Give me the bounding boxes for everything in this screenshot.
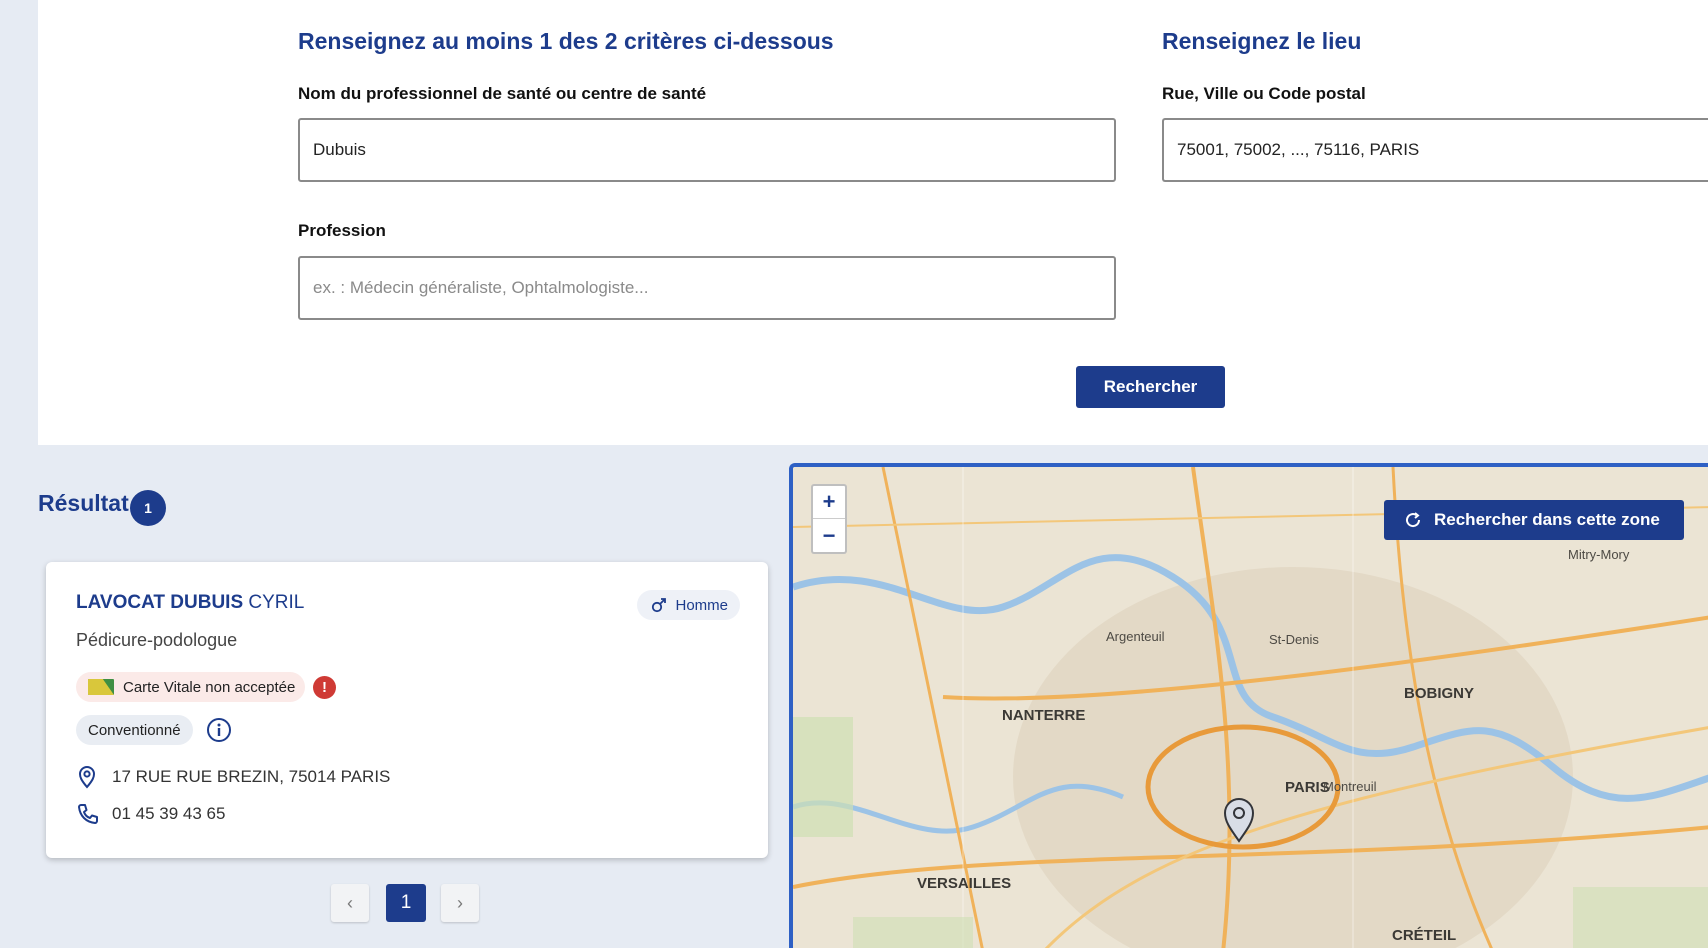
results-count-badge: 1 [130, 490, 166, 526]
map-label-versailles: VERSAILLES [917, 875, 1012, 892]
results-title: Résultat [38, 490, 129, 516]
professional-name[interactable]: LAVOCAT DUBUIS CYRIL [76, 592, 304, 614]
map-label-st-denis: St-Denis [1269, 632, 1319, 647]
map-marker-icon[interactable] [1222, 797, 1256, 843]
location-field-label: Rue, Ville ou Code postal [1162, 84, 1366, 103]
location-title: Renseignez le lieu [1162, 28, 1362, 54]
search-in-zone-label: Rechercher dans cette zone [1434, 510, 1660, 529]
carte-vitale-badge: Carte Vitale non acceptée [76, 672, 306, 702]
refresh-icon [1406, 512, 1421, 528]
alert-icon[interactable]: ! [313, 676, 336, 699]
pagination-prev-button[interactable]: ‹ [331, 884, 369, 922]
location-input[interactable] [1162, 118, 1708, 182]
name-field-label: Nom du professionnel de santé ou centre … [298, 84, 707, 103]
address-row: 17 RUE RUE BREZIN, 75014 PARIS [76, 765, 390, 789]
map[interactable]: PARIS NANTERRE BOBIGNY VERSAILLES CRÉTEI… [789, 463, 1708, 948]
search-panel: Renseignez au moins 1 des 2 critères ci-… [38, 0, 1708, 445]
profession-text: Pédicure-podologue [76, 630, 238, 650]
result-card[interactable]: LAVOCAT DUBUIS CYRIL Homme Pédicure-podo… [46, 562, 768, 858]
location-pin-icon [78, 766, 96, 789]
pagination-next-button[interactable]: › [441, 884, 479, 922]
map-label-montreuil: Montreuil [1323, 779, 1377, 794]
phone-row: 01 45 39 43 65 [76, 802, 225, 826]
map-label-creteil: CRÉTEIL [1392, 927, 1457, 944]
map-label-nanterre: NANTERRE [1002, 707, 1086, 724]
map-label-mitry-mory: Mitry-Mory [1568, 547, 1630, 562]
profession-field-label: Profession [298, 221, 386, 240]
search-in-zone-button[interactable]: Rechercher dans cette zone [1384, 500, 1684, 540]
pagination-page-1[interactable]: 1 [386, 884, 426, 922]
convention-badge: Conventionné [76, 715, 193, 745]
zoom-in-button[interactable]: + [813, 486, 845, 519]
name-input[interactable] [298, 118, 1116, 182]
map-zoom-control: + − [811, 484, 847, 554]
profession-input[interactable] [298, 256, 1116, 320]
last-name: LAVOCAT DUBUIS [76, 592, 244, 613]
search-button[interactable]: Rechercher [1076, 366, 1225, 408]
carte-vitale-icon [88, 679, 114, 695]
address-text: 17 RUE RUE BREZIN, 75014 PARIS [112, 767, 391, 786]
male-icon [652, 598, 667, 613]
carte-vitale-label: Carte Vitale non acceptée [123, 678, 296, 696]
gender-label: Homme [675, 596, 728, 614]
zoom-out-button[interactable]: − [813, 519, 845, 552]
gender-chip: Homme [637, 590, 740, 620]
criteria-title: Renseignez au moins 1 des 2 critères ci-… [298, 28, 834, 54]
info-icon[interactable] [206, 717, 232, 743]
phone-icon [78, 804, 98, 824]
map-label-argenteuil: Argenteuil [1106, 629, 1165, 644]
first-name: CYRIL [248, 592, 305, 613]
map-label-bobigny: BOBIGNY [1404, 685, 1475, 702]
phone-text[interactable]: 01 45 39 43 65 [112, 804, 225, 824]
